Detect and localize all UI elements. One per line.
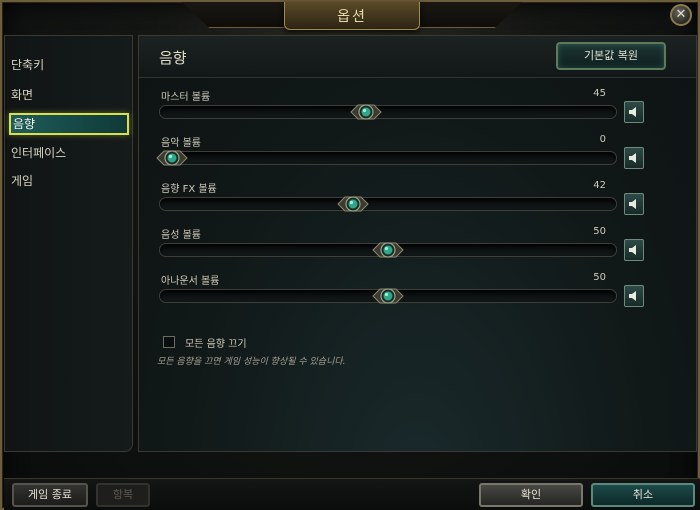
sidebar-item-sound[interactable]: 음향	[9, 113, 129, 135]
speaker-icon[interactable]	[624, 147, 644, 169]
sidebar-item-interface[interactable]: 인터페이스	[9, 142, 129, 164]
cancel-button[interactable]: 취소	[591, 483, 695, 507]
slider-thumb[interactable]	[155, 146, 189, 170]
close-icon[interactable]: ✕	[670, 4, 692, 26]
surrender-button[interactable]: 항복	[96, 483, 150, 507]
slider-track[interactable]	[159, 196, 617, 212]
sound-settings-panel: 음향 기본값 복원 마스터 볼륨 45 음악 볼륨 0 음향 FX 볼륨 42 음성 볼륨 5…	[138, 35, 697, 452]
panel-header: 음향 기본값 복원	[139, 36, 696, 78]
slider-value: 50	[593, 226, 606, 237]
slider-value: 0	[599, 134, 606, 145]
slider-label: 음향 FX 볼륨	[161, 184, 217, 195]
quit-game-button[interactable]: 게임 종료	[12, 483, 88, 507]
slider-value: 45	[593, 88, 606, 99]
slider-label: 마스터 볼륨	[161, 92, 211, 103]
slider-thumb[interactable]	[371, 284, 405, 308]
speaker-icon[interactable]	[624, 101, 644, 123]
options-window: 옵션 ✕ 단축키 화면 음향 인터페이스 게임 음향 기본값 복원 마스터 볼륨…	[0, 0, 700, 510]
volume-slider-row: 아나운서 볼륨 50	[159, 272, 644, 316]
slider-thumb[interactable]	[336, 192, 370, 216]
speaker-icon[interactable]	[624, 239, 644, 261]
slider-track[interactable]	[159, 104, 617, 120]
confirm-button[interactable]: 확인	[479, 483, 583, 507]
volume-slider-row: 음악 볼륨 0	[156, 134, 644, 178]
volume-slider-row: 음향 FX 볼륨 42	[159, 180, 644, 224]
restore-defaults-button[interactable]: 기본값 복원	[556, 42, 666, 70]
sidebar-item-video[interactable]: 화면	[9, 84, 129, 106]
slider-track[interactable]	[159, 242, 617, 258]
slider-value: 50	[593, 272, 606, 283]
window-title: 옵션	[337, 8, 367, 25]
slider-thumb[interactable]	[371, 238, 405, 262]
mute-all-label: 모든 음향 끄기	[185, 339, 247, 350]
options-sidebar: 단축키 화면 음향 인터페이스 게임	[4, 35, 133, 452]
slider-thumb[interactable]	[349, 100, 383, 124]
slider-track[interactable]	[159, 288, 617, 304]
volume-slider-row: 마스터 볼륨 45	[159, 88, 644, 132]
sidebar-item-game[interactable]: 게임	[9, 170, 129, 192]
speaker-icon[interactable]	[624, 285, 644, 307]
sidebar-item-hotkeys[interactable]: 단축키	[9, 54, 129, 76]
mute-all-checkbox[interactable]	[163, 336, 175, 348]
bottom-bar: 게임 종료 항복 확인 취소	[4, 478, 700, 510]
window-title-plate: 옵션	[284, 2, 420, 30]
volume-slider-row: 음성 볼륨 50	[159, 226, 644, 270]
mute-hint-text: 모든 음향을 끄면 게임 성능이 향상될 수 있습니다.	[157, 357, 346, 367]
slider-label: 음성 볼륨	[161, 230, 201, 241]
slider-label: 아나운서 볼륨	[161, 276, 220, 287]
section-title: 음향	[159, 49, 187, 67]
slider-track[interactable]	[156, 150, 617, 166]
slider-value: 42	[593, 180, 606, 191]
speaker-icon[interactable]	[624, 193, 644, 215]
